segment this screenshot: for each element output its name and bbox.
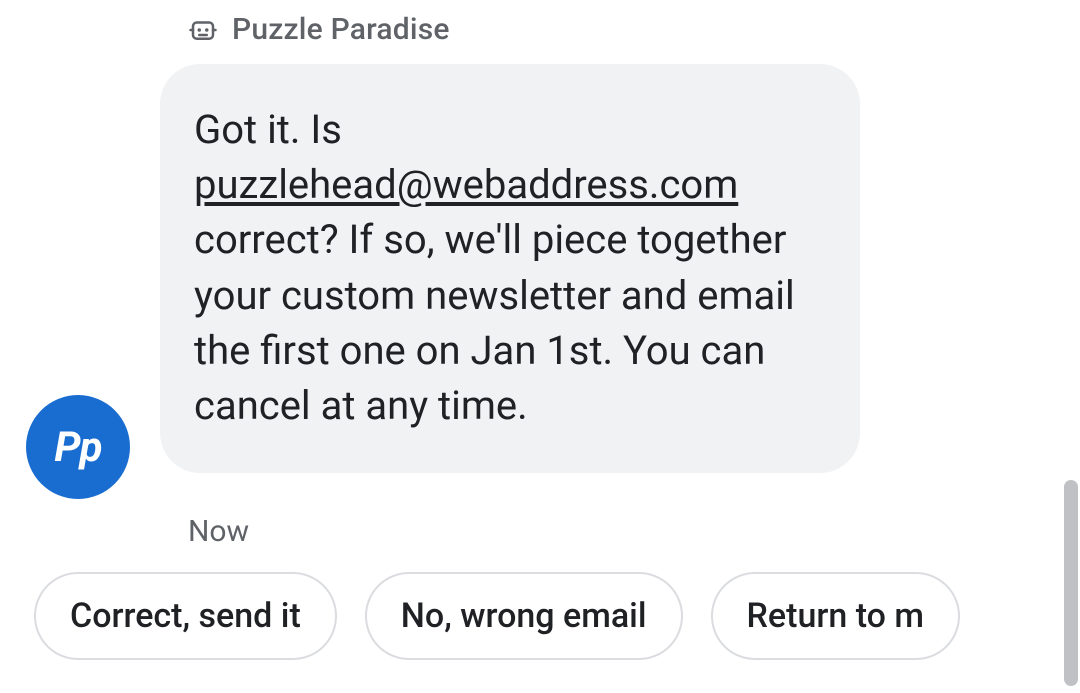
sender-header: Puzzle Paradise bbox=[188, 12, 450, 47]
quick-reply-wrong-email[interactable]: No, wrong email bbox=[365, 572, 683, 660]
email-link[interactable]: puzzlehead@webaddress.com bbox=[194, 161, 738, 208]
message-text-after: correct? If so, we'll piece together you… bbox=[194, 216, 795, 429]
bot-icon bbox=[188, 15, 218, 45]
quick-reply-correct[interactable]: Correct, send it bbox=[34, 572, 337, 660]
message-text: Got it. Is puzzlehead@webaddress.com cor… bbox=[194, 102, 820, 433]
message-text-before: Got it. Is bbox=[194, 106, 342, 153]
quick-reply-return[interactable]: Return to m bbox=[711, 572, 961, 660]
sender-name: Puzzle Paradise bbox=[232, 12, 450, 47]
avatar[interactable]: Pp bbox=[26, 395, 130, 499]
quick-replies: Correct, send it No, wrong email Return … bbox=[34, 572, 960, 660]
message-timestamp: Now bbox=[188, 514, 249, 549]
message-bubble: Got it. Is puzzlehead@webaddress.com cor… bbox=[160, 64, 860, 473]
scrollbar-thumb[interactable] bbox=[1064, 480, 1078, 686]
avatar-initials: Pp bbox=[54, 423, 101, 472]
